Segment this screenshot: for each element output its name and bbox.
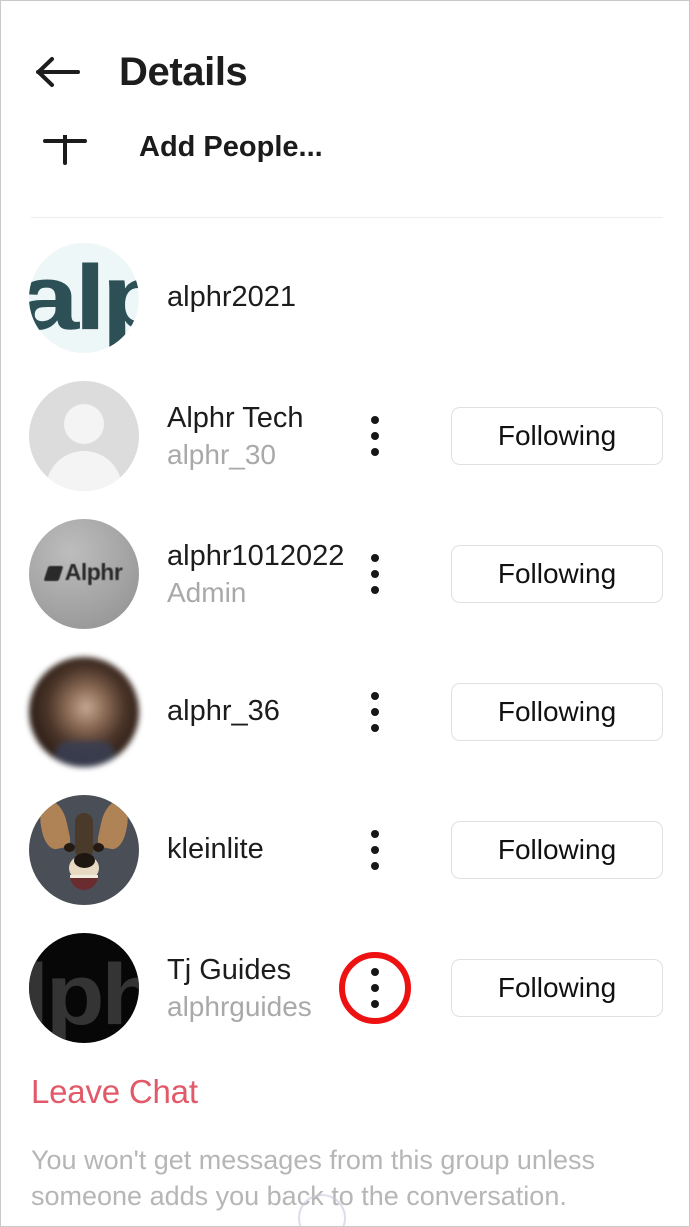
app-header: Details (1, 1, 689, 143)
avatar-monogram: alp (29, 247, 139, 349)
dot (371, 724, 379, 732)
member-row[interactable]: alphr_36 Following (1, 643, 689, 781)
dot (371, 692, 379, 700)
plus-icon (27, 135, 103, 185)
dot (371, 570, 379, 578)
member-row[interactable]: alp alphr2021 (1, 229, 689, 367)
member-options-menu-icon[interactable] (345, 539, 405, 609)
avatar[interactable] (29, 657, 139, 767)
member-row[interactable]: kleinlite Following (1, 781, 689, 919)
member-row[interactable]: lph Tj Guides alphrguides Following (1, 919, 689, 1057)
member-row[interactable]: Alphr alphr1012022 Admin Following (1, 505, 689, 643)
member-text: kleinlite (167, 831, 345, 868)
member-options-menu-icon[interactable] (345, 401, 405, 471)
leave-chat-button[interactable]: Leave Chat (31, 1073, 198, 1111)
dot (371, 416, 379, 424)
member-list: alpalphr2021Alphr Techalphr_30FollowingA… (1, 229, 689, 1057)
dot (371, 708, 379, 716)
add-people-row[interactable]: Add People... (1, 135, 689, 193)
dot (371, 846, 379, 854)
section-divider (31, 217, 663, 218)
dot (371, 448, 379, 456)
dot (371, 830, 379, 838)
member-username: alphr_30 (167, 438, 276, 470)
dot (371, 968, 379, 976)
avatar[interactable]: alp (29, 243, 139, 353)
add-people-label: Add People... (139, 135, 323, 163)
portrait-shoulder (55, 741, 115, 767)
member-name: Alphr Tech (167, 401, 304, 434)
dog-nose (74, 853, 95, 868)
dot (371, 1000, 379, 1008)
avatar[interactable]: Alphr (29, 519, 139, 629)
dog-eye-left (64, 843, 75, 852)
member-name: alphr_36 (167, 695, 280, 728)
member-row[interactable]: Alphr Tech alphr_30 Following (1, 367, 689, 505)
leave-chat-note: You won't get messages from this group u… (31, 1145, 595, 1211)
member-username: alphrguides (167, 990, 312, 1022)
dog-eye-right (93, 843, 104, 852)
member-name: kleinlite (167, 833, 264, 866)
member-options-menu-icon[interactable] (339, 952, 411, 1024)
back-button[interactable] (27, 41, 89, 103)
following-button[interactable]: Following (451, 545, 663, 603)
member-username: Admin (167, 576, 247, 608)
add-people-clip: Add People... (1, 135, 689, 193)
following-button[interactable]: Following (451, 821, 663, 879)
member-text: Tj Guides alphrguides (167, 952, 345, 1025)
person-head-icon (64, 404, 104, 444)
member-options-menu-icon[interactable] (345, 815, 405, 885)
dot (371, 586, 379, 594)
dot (371, 432, 379, 440)
following-button[interactable]: Following (451, 959, 663, 1017)
dot (371, 554, 379, 562)
member-name: Tj Guides (167, 953, 292, 986)
avatar-wordmark: Alphr (29, 559, 139, 586)
member-name: alphr2021 (167, 281, 296, 314)
page-title: Details (119, 49, 248, 94)
member-name: alphr1012022 (167, 539, 345, 572)
member-text: alphr2021 (167, 279, 345, 316)
member-options-menu-icon[interactable] (345, 677, 405, 747)
dot (371, 862, 379, 870)
member-text: Alphr Tech alphr_30 (167, 400, 345, 473)
dot (371, 984, 379, 992)
avatar[interactable] (29, 381, 139, 491)
following-button[interactable]: Following (451, 683, 663, 741)
member-text: alphr1012022 Admin (167, 538, 345, 611)
avatar[interactable]: lph (29, 933, 139, 1043)
person-body-icon (46, 451, 122, 491)
avatar[interactable] (29, 795, 139, 905)
member-text: alphr_36 (167, 693, 345, 730)
avatar-monogram: lph (29, 947, 139, 1043)
following-button[interactable]: Following (451, 407, 663, 465)
details-screen: Details Add People... alp alphr2021 Alphr … (0, 0, 690, 1227)
arrow-left-icon (35, 55, 81, 89)
